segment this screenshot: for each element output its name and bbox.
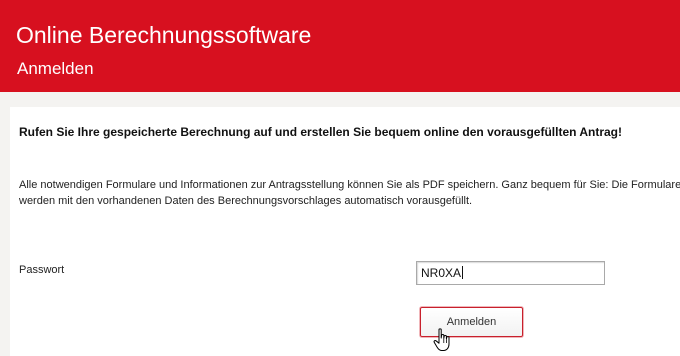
text-caret xyxy=(462,266,464,279)
password-field[interactable]: NR0XA xyxy=(416,261,605,285)
login-panel: Rufen Sie Ihre gespeicherte Berechnung a… xyxy=(10,107,680,356)
password-label: Passwort xyxy=(19,264,65,276)
intro-description: Alle notwendigen Formulare und Informati… xyxy=(19,179,680,207)
password-value: NR0XA xyxy=(421,266,462,280)
app-title: Online Berechnungssoftware xyxy=(16,22,312,48)
page-subtitle: Anmelden xyxy=(17,59,94,78)
hand-pointer-icon xyxy=(433,328,450,351)
intro-heading: Rufen Sie Ihre gespeicherte Berechnung a… xyxy=(19,125,622,139)
page-header: Online Berechnungssoftware Anmelden xyxy=(0,0,680,92)
